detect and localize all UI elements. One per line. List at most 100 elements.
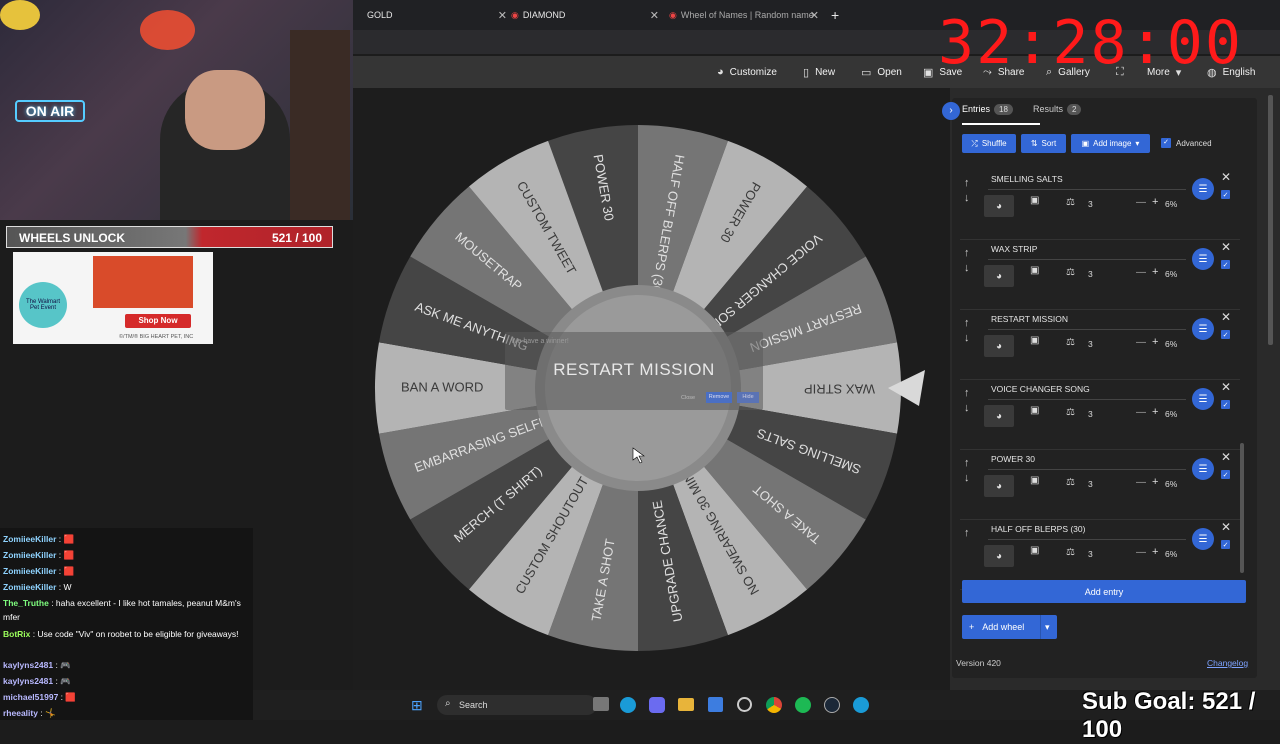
color-picker-button[interactable]: ◕ bbox=[984, 545, 1014, 567]
image-icon[interactable]: ▣ bbox=[1030, 405, 1039, 416]
image-icon[interactable]: ▣ bbox=[1030, 335, 1039, 346]
decrease-weight-button[interactable]: — bbox=[1136, 267, 1146, 278]
close-icon[interactable]: ✕ bbox=[650, 9, 659, 22]
decrease-weight-button[interactable]: — bbox=[1136, 407, 1146, 418]
increase-weight-button[interactable]: + bbox=[1152, 196, 1158, 208]
entry-weight[interactable]: 3 bbox=[1088, 549, 1093, 559]
task-view-icon[interactable] bbox=[593, 697, 609, 711]
add-entry-button[interactable]: Add entry bbox=[962, 580, 1246, 603]
chat-username[interactable]: ZomiieeKiller bbox=[3, 534, 56, 544]
close-dialog-button[interactable]: Close bbox=[681, 395, 695, 401]
new-tab-button[interactable]: + bbox=[831, 4, 839, 26]
hide-button[interactable]: Hide bbox=[737, 392, 759, 403]
delete-entry-icon[interactable]: ✕ bbox=[1221, 520, 1231, 534]
file-explorer-icon[interactable] bbox=[678, 698, 694, 711]
color-picker-button[interactable]: ◕ bbox=[984, 265, 1014, 287]
increase-weight-button[interactable]: + bbox=[1152, 546, 1158, 558]
color-picker-button[interactable]: ◕ bbox=[984, 475, 1014, 497]
new-button[interactable]: ▯ New bbox=[803, 56, 835, 88]
increase-weight-button[interactable]: + bbox=[1152, 476, 1158, 488]
delete-entry-icon[interactable]: ✕ bbox=[1221, 450, 1231, 464]
reorder-arrows-icon[interactable]: ↑ ↓ bbox=[964, 316, 970, 346]
tab-diamond[interactable]: ◉ DIAMOND ✕ bbox=[511, 4, 659, 26]
reorder-arrows-icon[interactable]: ↑ bbox=[964, 526, 970, 541]
chat-username[interactable]: ZomiieeKiller bbox=[3, 550, 56, 560]
customize-button[interactable]: ◕ Customize bbox=[717, 56, 777, 88]
entry-enabled-checkbox[interactable]: ✓ bbox=[1221, 540, 1230, 549]
entry-settings-icon[interactable]: ☰ bbox=[1192, 528, 1214, 550]
changelog-link[interactable]: Changelog bbox=[1207, 658, 1248, 668]
chat-username[interactable]: michael51997 bbox=[3, 692, 58, 702]
decrease-weight-button[interactable]: — bbox=[1136, 337, 1146, 348]
image-icon[interactable]: ▣ bbox=[1030, 265, 1039, 276]
entry-weight[interactable]: 3 bbox=[1088, 339, 1093, 349]
sort-button[interactable]: ⇅ Sort bbox=[1021, 134, 1066, 153]
chat-username[interactable]: rheeality bbox=[3, 708, 38, 718]
chat-username[interactable]: BotRix bbox=[3, 629, 30, 639]
entry-settings-icon[interactable]: ☰ bbox=[1192, 388, 1214, 410]
remove-button[interactable]: Remove bbox=[706, 392, 732, 403]
chat-username[interactable]: kaylyns2481 bbox=[3, 676, 53, 686]
decrease-weight-button[interactable]: — bbox=[1136, 547, 1146, 558]
color-picker-button[interactable]: ◕ bbox=[984, 195, 1014, 217]
spotify-icon[interactable] bbox=[795, 697, 811, 713]
store-icon[interactable] bbox=[708, 697, 723, 712]
color-picker-button[interactable]: ◕ bbox=[984, 335, 1014, 357]
delete-entry-icon[interactable]: ✕ bbox=[1221, 380, 1231, 394]
delete-entry-icon[interactable]: ✕ bbox=[1221, 240, 1231, 254]
image-icon[interactable]: ▣ bbox=[1030, 545, 1039, 556]
open-button[interactable]: ▭ Open bbox=[861, 56, 902, 88]
reorder-arrows-icon[interactable]: ↑ ↓ bbox=[964, 456, 970, 486]
windows-start-icon[interactable]: ⊞ bbox=[411, 697, 423, 714]
entry-enabled-checkbox[interactable]: ✓ bbox=[1221, 470, 1230, 479]
tab-entries[interactable]: Entries 18 bbox=[962, 104, 1013, 115]
panel-scrollbar[interactable] bbox=[1268, 95, 1273, 345]
entry-enabled-checkbox[interactable]: ✓ bbox=[1221, 330, 1230, 339]
xbox-icon[interactable] bbox=[737, 697, 752, 712]
add-wheel-button[interactable]: + Add wheel ▾ bbox=[962, 615, 1057, 639]
add-image-button[interactable]: ▣ Add image ▾ bbox=[1071, 134, 1150, 153]
close-icon[interactable]: ✕ bbox=[810, 9, 819, 22]
entry-weight[interactable]: 3 bbox=[1088, 409, 1093, 419]
edge-pinned-icon[interactable] bbox=[853, 697, 869, 713]
decrease-weight-button[interactable]: — bbox=[1136, 477, 1146, 488]
entry-enabled-checkbox[interactable]: ✓ bbox=[1221, 190, 1230, 199]
entry-settings-icon[interactable]: ☰ bbox=[1192, 248, 1214, 270]
shuffle-button[interactable]: ⤮ Shuffle bbox=[962, 134, 1016, 153]
taskbar-search[interactable]: ⌕ Search bbox=[437, 695, 597, 715]
decrease-weight-button[interactable]: — bbox=[1136, 197, 1146, 208]
increase-weight-button[interactable]: + bbox=[1152, 336, 1158, 348]
entry-weight[interactable]: 3 bbox=[1088, 199, 1093, 209]
image-icon[interactable]: ▣ bbox=[1030, 195, 1039, 206]
tab-gold[interactable]: GOLD ✕ bbox=[357, 4, 507, 26]
entry-enabled-checkbox[interactable]: ✓ bbox=[1221, 400, 1230, 409]
delete-entry-icon[interactable]: ✕ bbox=[1221, 170, 1231, 184]
advanced-checkbox[interactable]: ✓ bbox=[1161, 138, 1171, 148]
entries-scrollbar[interactable] bbox=[1240, 443, 1244, 573]
delete-entry-icon[interactable]: ✕ bbox=[1221, 310, 1231, 324]
entry-settings-icon[interactable]: ☰ bbox=[1192, 178, 1214, 200]
color-picker-button[interactable]: ◕ bbox=[984, 405, 1014, 427]
close-icon[interactable]: ✕ bbox=[498, 9, 507, 22]
steam-icon[interactable] bbox=[824, 697, 840, 713]
entry-weight[interactable]: 3 bbox=[1088, 479, 1093, 489]
copilot-icon[interactable] bbox=[649, 697, 665, 713]
tab-results[interactable]: Results 2 bbox=[1033, 104, 1082, 115]
shop-now-button[interactable]: Shop Now bbox=[125, 314, 191, 328]
reorder-arrows-icon[interactable]: ↑ ↓ bbox=[964, 386, 970, 416]
increase-weight-button[interactable]: + bbox=[1152, 406, 1158, 418]
chat-username[interactable]: The_Truthe bbox=[3, 598, 49, 608]
collapse-panel-icon[interactable]: › bbox=[942, 102, 960, 120]
chat-username[interactable]: kaylyns2481 bbox=[3, 660, 53, 670]
entry-settings-icon[interactable]: ☰ bbox=[1192, 458, 1214, 480]
chat-username[interactable]: ZomiieeKiller bbox=[3, 582, 56, 592]
tab-wheel-of-names[interactable]: ◉ Wheel of Names | Random name ✕ bbox=[669, 4, 819, 26]
entry-enabled-checkbox[interactable]: ✓ bbox=[1221, 260, 1230, 269]
chrome-icon[interactable] bbox=[766, 697, 782, 713]
chat-username[interactable]: ZomiieeKiller bbox=[3, 566, 56, 576]
edge-icon[interactable] bbox=[620, 697, 636, 713]
reorder-arrows-icon[interactable]: ↑ ↓ bbox=[964, 246, 970, 276]
image-icon[interactable]: ▣ bbox=[1030, 475, 1039, 486]
entry-weight[interactable]: 3 bbox=[1088, 269, 1093, 279]
reorder-arrows-icon[interactable]: ↑ ↓ bbox=[964, 176, 970, 206]
